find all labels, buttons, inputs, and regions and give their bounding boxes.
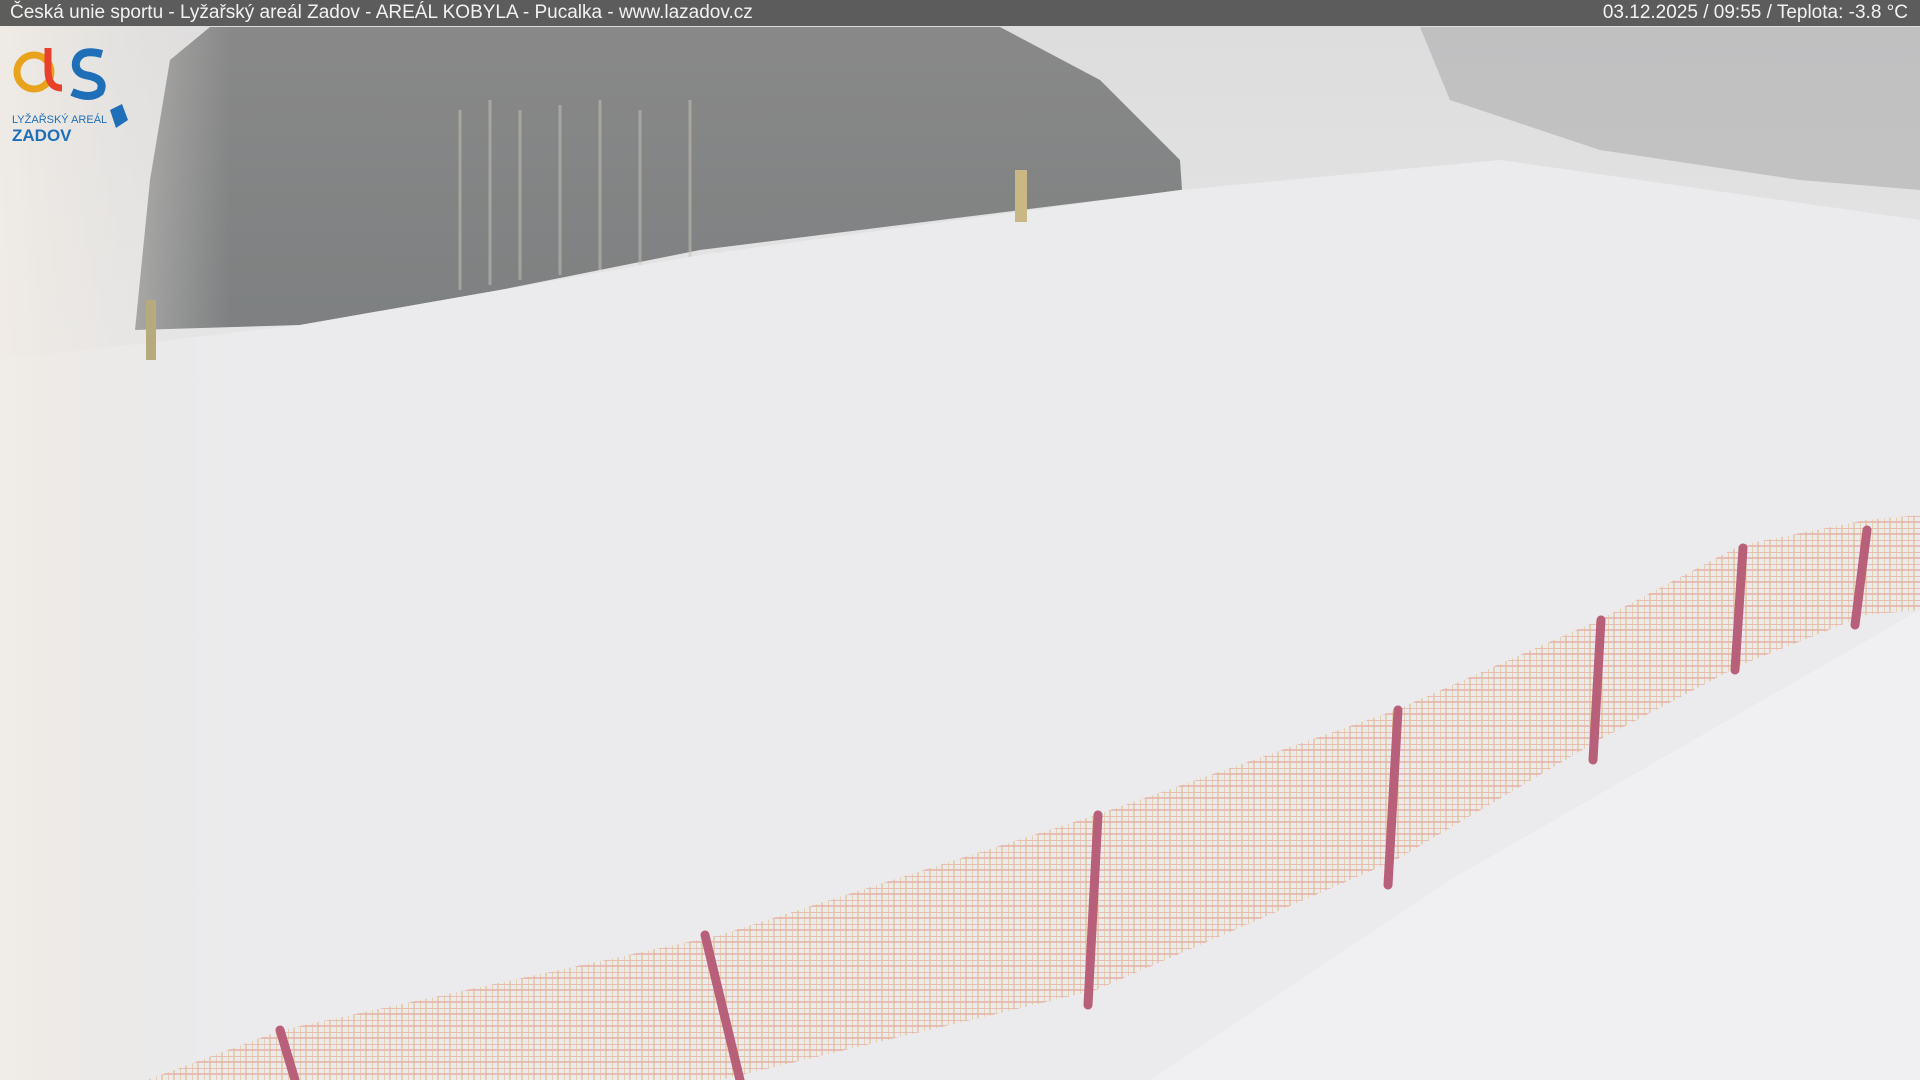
camera-info-bar: Česká unie sportu - Lyžařský areál Zadov… [0, 0, 1920, 26]
svg-text:ZADOV: ZADOV [12, 126, 72, 145]
webcam-image [0, 0, 1920, 1080]
snow-cannon [146, 300, 156, 360]
svg-text:LYŽAŘSKÝ AREÁL: LYŽAŘSKÝ AREÁL [12, 113, 107, 126]
date-time-temperature: 03.12.2025 / 09:55 / Teplota: -3.8 °C [1603, 0, 1908, 26]
snow-cannon [1015, 170, 1027, 222]
cus-zadov-logo: LYŽAŘSKÝ AREÁL ZADOV [10, 40, 135, 145]
camera-title: Česká unie sportu - Lyžařský areál Zadov… [10, 0, 753, 26]
